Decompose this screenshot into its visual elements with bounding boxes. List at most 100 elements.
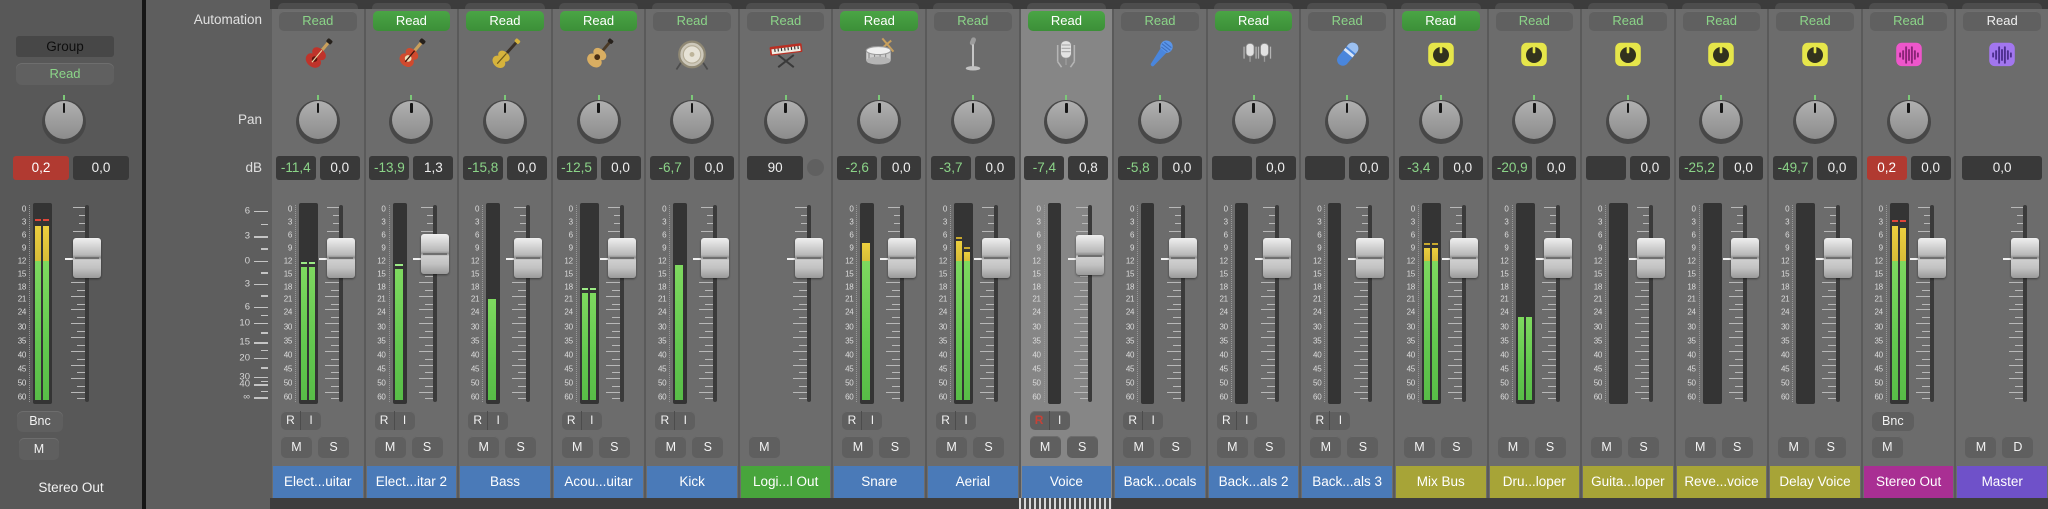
solo-button[interactable]: S xyxy=(1721,436,1753,458)
bus-knob-icon[interactable] xyxy=(1769,34,1861,76)
fader-cap[interactable] xyxy=(1730,238,1759,279)
acoustic-guitar-icon[interactable] xyxy=(553,34,645,76)
solo-button[interactable]: S xyxy=(1440,436,1472,458)
pan-knob[interactable] xyxy=(42,95,86,144)
automation-mode-button[interactable]: Read xyxy=(279,11,357,31)
peak-level-display[interactable]: -2,6 xyxy=(837,156,878,180)
automation-mode-button[interactable]: Read xyxy=(1308,11,1386,31)
input-monitor-button[interactable]: I xyxy=(1330,411,1351,430)
volume-fader[interactable] xyxy=(1158,205,1202,402)
record-enable-button[interactable]: R xyxy=(1216,411,1237,430)
volume-display[interactable]: 0,0 xyxy=(694,156,735,180)
volume-display[interactable]: 0,0 xyxy=(319,156,360,180)
volume-display[interactable]: 0,0 xyxy=(1349,156,1390,180)
track-name-label[interactable]: Master xyxy=(1957,466,2047,498)
fader-cap[interactable] xyxy=(794,238,823,279)
fader-track[interactable] xyxy=(900,205,905,402)
pan-knob[interactable] xyxy=(1044,95,1089,144)
track-name-label[interactable]: Back...als 3 xyxy=(1302,466,1392,498)
fader-cap[interactable] xyxy=(1449,238,1478,279)
fader-cap[interactable] xyxy=(888,238,917,279)
volume-fader[interactable] xyxy=(597,205,641,402)
volume-display[interactable]: 0,0 xyxy=(600,156,641,180)
midi-volume-display[interactable]: 90 xyxy=(747,156,804,180)
track-name-label[interactable]: Kick xyxy=(647,466,737,498)
automation-mode-button[interactable]: Read xyxy=(840,11,919,31)
fader-track[interactable] xyxy=(1368,205,1373,402)
peak-level-display[interactable]: -11,4 xyxy=(275,156,316,180)
fader-track[interactable] xyxy=(806,205,811,402)
volume-display[interactable]: 0,0 xyxy=(1723,156,1764,180)
pan-knob[interactable] xyxy=(1137,95,1182,144)
peak-level-display[interactable]: -13,9 xyxy=(369,156,410,180)
fader-cap[interactable] xyxy=(1169,238,1198,279)
solo-button[interactable]: S xyxy=(879,436,911,458)
peak-level-display[interactable]: -25,2 xyxy=(1679,156,1720,180)
fader-cap[interactable] xyxy=(2011,238,2040,279)
volume-display[interactable]: 0,0 xyxy=(1255,156,1296,180)
solo-button[interactable]: S xyxy=(318,436,349,458)
volume-fader[interactable] xyxy=(1813,205,1857,402)
pan-knob[interactable] xyxy=(1605,95,1650,144)
mute-button[interactable]: M xyxy=(1403,436,1435,458)
volume-display[interactable]: 0,0 xyxy=(881,156,922,180)
volume-display[interactable]: 1,3 xyxy=(413,156,454,180)
fader-track[interactable] xyxy=(1181,205,1186,402)
fader-track[interactable] xyxy=(619,205,624,402)
mute-button[interactable]: M xyxy=(1310,436,1342,458)
automation-mode-button[interactable]: Read xyxy=(1963,11,2041,31)
automation-mode-button[interactable]: Read xyxy=(16,63,114,85)
track-name-label[interactable]: Voice xyxy=(1021,466,1112,498)
bus-knob-icon[interactable] xyxy=(1489,34,1581,76)
pan-knob[interactable] xyxy=(1325,95,1370,144)
fader-cap[interactable] xyxy=(327,238,355,279)
mute-button[interactable]: M xyxy=(1123,436,1155,458)
fader-cap[interactable] xyxy=(701,238,730,279)
peak-level-display[interactable]: -3,4 xyxy=(1398,156,1439,180)
keyboard-icon[interactable] xyxy=(740,34,832,76)
mute-button[interactable]: M xyxy=(561,436,593,458)
fader-track[interactable] xyxy=(1649,205,1654,402)
bounce-button[interactable]: Bnc xyxy=(17,411,63,432)
volume-fader[interactable] xyxy=(62,205,106,402)
fader-cap[interactable] xyxy=(1637,238,1666,279)
automation-mode-button[interactable]: Read xyxy=(372,11,451,31)
volume-display[interactable]: 0,0 xyxy=(1962,156,2043,180)
volume-fader[interactable] xyxy=(1065,205,1109,402)
input-monitor-button[interactable]: I xyxy=(581,411,602,430)
volume-fader[interactable] xyxy=(2000,205,2044,402)
pan-knob[interactable] xyxy=(389,95,434,144)
fader-track[interactable] xyxy=(1742,205,1747,402)
pan-knob[interactable] xyxy=(1512,95,1557,144)
input-monitor-button[interactable]: I xyxy=(1143,411,1164,430)
pan-knob[interactable] xyxy=(1699,95,1744,144)
mute-button[interactable]: M xyxy=(1591,436,1623,458)
mute-button[interactable]: M xyxy=(1871,436,1903,458)
fader-cap[interactable] xyxy=(1824,238,1853,279)
track-name-label[interactable]: Guita...loper xyxy=(1583,466,1673,498)
bounce-button[interactable]: Bnc xyxy=(1871,411,1914,431)
electric-guitar-2-icon[interactable] xyxy=(366,34,458,76)
record-enable-button[interactable]: R xyxy=(561,411,582,430)
solo-button[interactable]: S xyxy=(1534,436,1566,458)
mute-button[interactable]: M xyxy=(936,436,968,458)
peak-level-display[interactable]: -6,7 xyxy=(650,156,691,180)
automation-mode-button[interactable]: Read xyxy=(746,11,825,31)
automation-mode-button[interactable]: Read xyxy=(1027,11,1106,31)
pan-knob[interactable] xyxy=(576,95,621,144)
automation-mode-button[interactable]: Read xyxy=(1869,11,1948,31)
automation-mode-button[interactable]: Read xyxy=(1589,11,1667,31)
volume-fader[interactable] xyxy=(410,205,454,402)
input-monitor-button[interactable]: I xyxy=(862,411,883,430)
fader-track[interactable] xyxy=(1836,205,1841,402)
mute-button[interactable]: M xyxy=(468,436,500,458)
automation-mode-button[interactable]: Read xyxy=(1214,11,1293,31)
bus-knob-icon[interactable] xyxy=(1582,34,1674,76)
mute-button[interactable]: M xyxy=(842,436,874,458)
peak-level-display[interactable]: -5,8 xyxy=(1117,156,1158,180)
mute-button[interactable]: M xyxy=(655,436,687,458)
mute-button[interactable]: M xyxy=(1497,436,1529,458)
input-monitor-button[interactable]: I xyxy=(488,411,509,430)
volume-fader[interactable] xyxy=(1720,205,1764,402)
pan-knob[interactable] xyxy=(763,95,808,144)
